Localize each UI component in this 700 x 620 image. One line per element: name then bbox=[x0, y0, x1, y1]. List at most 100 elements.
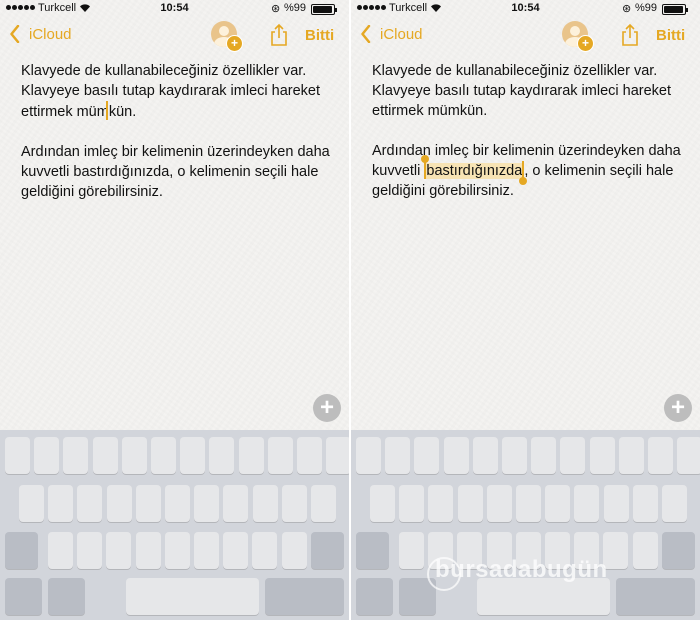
keyboard-key[interactable] bbox=[618, 437, 644, 474]
add-button[interactable]: + bbox=[664, 394, 692, 422]
keyboard-key[interactable] bbox=[63, 437, 89, 474]
share-icon[interactable] bbox=[620, 23, 640, 47]
add-badge-icon: + bbox=[577, 35, 594, 52]
keyboard-key[interactable] bbox=[164, 532, 190, 569]
keyboard-key[interactable] bbox=[77, 532, 103, 569]
add-badge-icon: + bbox=[226, 35, 243, 52]
keyboard-key[interactable] bbox=[252, 485, 278, 522]
keyboard-key[interactable] bbox=[121, 437, 147, 474]
share-icon[interactable] bbox=[269, 23, 289, 47]
keyboard-key[interactable] bbox=[311, 532, 344, 569]
keyboard-key[interactable] bbox=[223, 485, 249, 522]
keyboard-key[interactable] bbox=[92, 437, 118, 474]
keyboard-key[interactable] bbox=[616, 578, 695, 615]
keyboard-key[interactable] bbox=[209, 437, 235, 474]
keyboard-key[interactable] bbox=[414, 437, 440, 474]
keyboard-key[interactable] bbox=[77, 485, 103, 522]
keyboard-key[interactable] bbox=[356, 578, 393, 615]
keyboard-key[interactable] bbox=[135, 485, 161, 522]
keyboard-key[interactable] bbox=[648, 437, 673, 474]
keyboard-key[interactable] bbox=[106, 532, 132, 569]
lock-rotation-icon: ⊛ bbox=[622, 3, 632, 15]
keyboard-key[interactable] bbox=[5, 437, 30, 474]
done-button[interactable]: Bitti bbox=[305, 27, 334, 44]
chevron-left-icon[interactable] bbox=[361, 25, 371, 43]
keyboard-key[interactable] bbox=[677, 437, 700, 474]
keyboard-key[interactable] bbox=[356, 532, 389, 569]
note-paragraph-2: Ardından imleç bir kelimenin üzerindeyke… bbox=[372, 143, 681, 199]
keyboard-key[interactable] bbox=[151, 437, 176, 474]
keyboard-key[interactable] bbox=[486, 485, 512, 522]
keyboard-key[interactable] bbox=[356, 437, 381, 474]
keyboard-key[interactable] bbox=[5, 532, 38, 569]
keyboard-key[interactable] bbox=[265, 578, 344, 615]
keyboard-key[interactable] bbox=[297, 437, 322, 474]
keyboard-key[interactable] bbox=[106, 485, 132, 522]
keyboard-key[interactable] bbox=[589, 437, 615, 474]
back-button[interactable]: iCloud bbox=[380, 26, 423, 43]
back-button[interactable]: iCloud bbox=[29, 26, 72, 43]
battery-percent: %99 bbox=[284, 2, 307, 14]
chevron-left-icon[interactable] bbox=[10, 25, 20, 43]
keyboard-key[interactable] bbox=[48, 532, 73, 569]
keyboard-key[interactable] bbox=[126, 578, 259, 615]
keyboard-key[interactable] bbox=[574, 485, 600, 522]
keyboard-key[interactable] bbox=[19, 485, 44, 522]
keyboard-key[interactable] bbox=[311, 485, 336, 522]
keyboard-key[interactable] bbox=[531, 437, 557, 474]
note-paragraph-1: Klavyede de kullanabileceğiniz özellikle… bbox=[372, 63, 671, 119]
keyboard-key[interactable] bbox=[326, 437, 349, 474]
keyboard-key[interactable] bbox=[267, 437, 293, 474]
keyboard-key[interactable] bbox=[180, 437, 206, 474]
note-body[interactable]: Klavyede de kullanabileceğiniz özellikle… bbox=[21, 61, 341, 202]
keyboard-trackpad[interactable] bbox=[351, 430, 700, 620]
keyboard-key[interactable] bbox=[472, 437, 498, 474]
keyboard-key[interactable] bbox=[385, 437, 411, 474]
keyboard-key[interactable] bbox=[502, 437, 527, 474]
keyboard-key[interactable] bbox=[603, 485, 629, 522]
note-paragraph-2: Ardından imleç bir kelimenin üzerindeyke… bbox=[21, 144, 330, 200]
keyboard-key[interactable] bbox=[632, 532, 658, 569]
nav-bar: iCloud + Bitti bbox=[0, 18, 349, 54]
keyboard-trackpad[interactable] bbox=[0, 430, 349, 620]
nav-bar: iCloud + Bitti bbox=[351, 18, 700, 54]
keyboard-key[interactable] bbox=[238, 437, 264, 474]
add-button[interactable]: + bbox=[313, 394, 341, 422]
keyboard-key[interactable] bbox=[516, 485, 541, 522]
keyboard-key[interactable] bbox=[662, 485, 687, 522]
selected-word[interactable]: bastırdığınızda bbox=[426, 163, 523, 179]
selection-end-handle[interactable] bbox=[519, 161, 528, 185]
keyboard-key[interactable] bbox=[281, 532, 307, 569]
note-paragraph-1: Klavyede de kullanabileceğiniz özellikle… bbox=[21, 63, 320, 120]
screen-left: Turkcell 10:54 ⊛ %99 iCloud + Bitti Klav… bbox=[0, 0, 349, 620]
keyboard-key[interactable] bbox=[545, 485, 571, 522]
keyboard-key[interactable] bbox=[194, 485, 220, 522]
keyboard-key[interactable] bbox=[662, 532, 695, 569]
keyboard-key[interactable] bbox=[428, 485, 454, 522]
keyboard-key[interactable] bbox=[457, 485, 483, 522]
keyboard-key[interactable] bbox=[223, 532, 249, 569]
keyboard-key[interactable] bbox=[370, 485, 395, 522]
keyboard-key[interactable] bbox=[135, 532, 161, 569]
keyboard-key[interactable] bbox=[281, 485, 307, 522]
keyboard-key[interactable] bbox=[194, 532, 219, 569]
battery-icon bbox=[662, 4, 688, 15]
status-bar: Turkcell 10:54 ⊛ %99 bbox=[351, 0, 700, 18]
battery-percent: %99 bbox=[635, 2, 658, 14]
note-body[interactable]: Klavyede de kullanabileceğiniz özellikle… bbox=[372, 61, 692, 201]
keyboard-key[interactable] bbox=[34, 437, 60, 474]
done-button[interactable]: Bitti bbox=[656, 27, 685, 44]
keyboard-key[interactable] bbox=[399, 485, 425, 522]
keyboard-key[interactable] bbox=[48, 485, 74, 522]
watermark: bursadabugün bbox=[435, 556, 608, 583]
lock-rotation-icon: ⊛ bbox=[271, 3, 281, 15]
keyboard-key[interactable] bbox=[48, 578, 85, 615]
keyboard-key[interactable] bbox=[443, 437, 469, 474]
screen-right: Turkcell 10:54 ⊛ %99 iCloud + Bitti Klav… bbox=[351, 0, 700, 620]
keyboard-key[interactable] bbox=[5, 578, 42, 615]
keyboard-key[interactable] bbox=[632, 485, 658, 522]
keyboard-key[interactable] bbox=[399, 532, 424, 569]
keyboard-key[interactable] bbox=[165, 485, 190, 522]
keyboard-key[interactable] bbox=[252, 532, 278, 569]
keyboard-key[interactable] bbox=[560, 437, 586, 474]
